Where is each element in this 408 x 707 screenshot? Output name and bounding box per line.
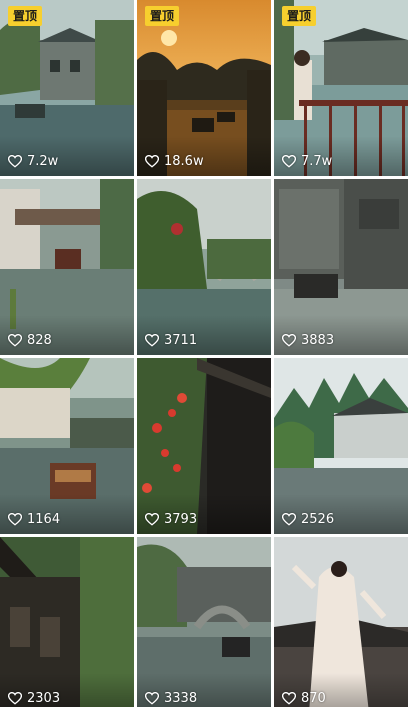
like-count-label: 18.6w bbox=[164, 154, 204, 169]
like-count-label: 3793 bbox=[164, 512, 198, 527]
like-count: 7.2w bbox=[8, 154, 58, 169]
video-tile[interactable]: 置顶 18.6w bbox=[137, 0, 271, 176]
video-tile[interactable]: 3338 bbox=[137, 537, 271, 707]
like-count: 3883 bbox=[282, 333, 334, 348]
like-count-label: 2303 bbox=[27, 691, 61, 706]
video-tile[interactable]: 置顶 7.7w bbox=[274, 0, 408, 176]
pinned-badge: 置顶 bbox=[282, 6, 317, 26]
pinned-badge: 置顶 bbox=[8, 6, 43, 26]
heart-outline-icon bbox=[8, 334, 22, 347]
heart-outline-icon bbox=[145, 513, 159, 526]
like-count: 7.7w bbox=[282, 154, 332, 169]
video-tile[interactable]: 828 bbox=[0, 179, 134, 355]
video-tile[interactable]: 3883 bbox=[274, 179, 408, 355]
like-count: 1164 bbox=[8, 512, 60, 527]
like-count-label: 3883 bbox=[301, 333, 335, 348]
video-tile[interactable]: 3793 bbox=[137, 358, 271, 534]
like-count-label: 7.2w bbox=[27, 154, 59, 169]
heart-outline-icon bbox=[8, 155, 22, 168]
heart-outline-icon bbox=[8, 513, 22, 526]
like-count-label: 870 bbox=[301, 691, 326, 706]
like-count: 2526 bbox=[282, 512, 334, 527]
like-count-label: 7.7w bbox=[301, 154, 333, 169]
like-count-label: 828 bbox=[27, 333, 52, 348]
like-count-label: 3338 bbox=[164, 691, 198, 706]
heart-outline-icon bbox=[282, 513, 296, 526]
heart-outline-icon bbox=[145, 334, 159, 347]
like-count: 3338 bbox=[145, 691, 197, 706]
like-count-label: 2526 bbox=[301, 512, 335, 527]
like-count: 3711 bbox=[145, 333, 197, 348]
video-tile[interactable]: 3711 bbox=[137, 179, 271, 355]
heart-outline-icon bbox=[282, 692, 296, 705]
video-tile[interactable]: 1164 bbox=[0, 358, 134, 534]
video-tile[interactable]: 870 bbox=[274, 537, 408, 707]
like-count: 3793 bbox=[145, 512, 197, 527]
video-grid: 置顶 7.2w 置顶 18.6w 置顶 7.7w 828 3711 3883 1… bbox=[0, 0, 408, 707]
heart-outline-icon bbox=[282, 334, 296, 347]
heart-outline-icon bbox=[282, 155, 296, 168]
video-tile[interactable]: 2303 bbox=[0, 537, 134, 707]
like-count-label: 1164 bbox=[27, 512, 61, 527]
heart-outline-icon bbox=[145, 155, 159, 168]
like-count: 828 bbox=[8, 333, 52, 348]
heart-outline-icon bbox=[145, 692, 159, 705]
like-count: 18.6w bbox=[145, 154, 204, 169]
pinned-badge: 置顶 bbox=[145, 6, 180, 26]
like-count: 870 bbox=[282, 691, 326, 706]
video-tile[interactable]: 置顶 7.2w bbox=[0, 0, 134, 176]
like-count-label: 3711 bbox=[164, 333, 198, 348]
video-tile[interactable]: 2526 bbox=[274, 358, 408, 534]
like-count: 2303 bbox=[8, 691, 60, 706]
heart-outline-icon bbox=[8, 692, 22, 705]
